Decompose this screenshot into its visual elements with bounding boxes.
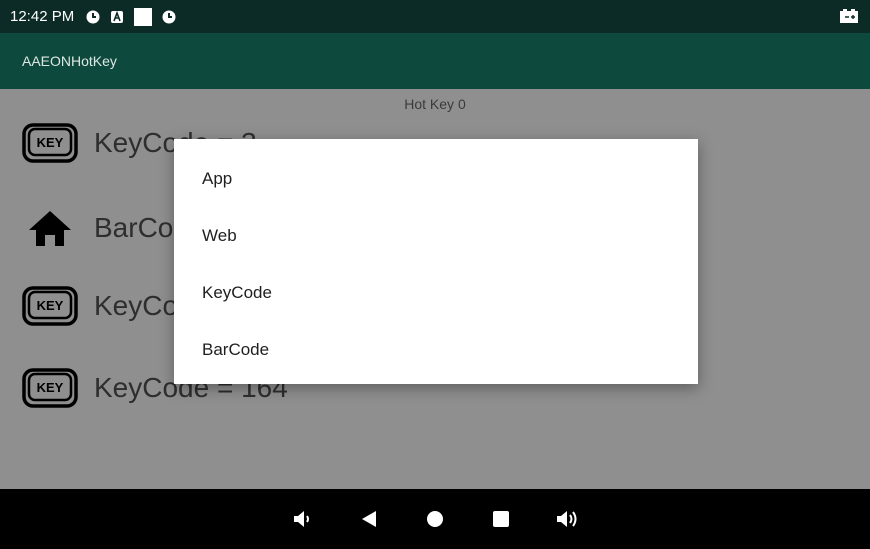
navigation-bar [0, 489, 870, 549]
key-icon: KEY [22, 367, 78, 409]
type-select-dialog: App Web KeyCode BarCode [174, 139, 698, 384]
dialog-option-web[interactable]: Web [202, 226, 237, 246]
svg-text:KEY: KEY [37, 135, 64, 150]
battery-icon [840, 9, 858, 27]
clock-icon [162, 10, 176, 24]
clock-icon [86, 10, 100, 24]
dialog-option-barcode[interactable]: BarCode [202, 340, 269, 360]
svg-text:KEY: KEY [37, 380, 64, 395]
home-icon [22, 207, 78, 249]
back-icon[interactable] [336, 509, 402, 529]
white-square-icon [134, 7, 153, 26]
app-title: AAEONHotKey [22, 53, 117, 69]
recents-icon[interactable] [468, 510, 534, 528]
dialog-option-keycode[interactable]: KeyCode [202, 283, 272, 303]
key-icon: KEY [22, 122, 78, 164]
volume-down-icon[interactable] [270, 509, 336, 529]
dialog-option-app[interactable]: App [202, 169, 232, 189]
home-icon[interactable] [402, 510, 468, 528]
svg-text:KEY: KEY [37, 298, 64, 313]
status-bar: 12:42 PM [0, 0, 870, 33]
status-time: 12:42 PM [10, 8, 75, 25]
volume-up-icon[interactable] [534, 509, 600, 529]
hotkey-title: Hot Key 0 [404, 96, 466, 112]
notification-a-icon [110, 10, 124, 24]
key-icon: KEY [22, 285, 78, 327]
app-bar: AAEONHotKey [0, 33, 870, 89]
